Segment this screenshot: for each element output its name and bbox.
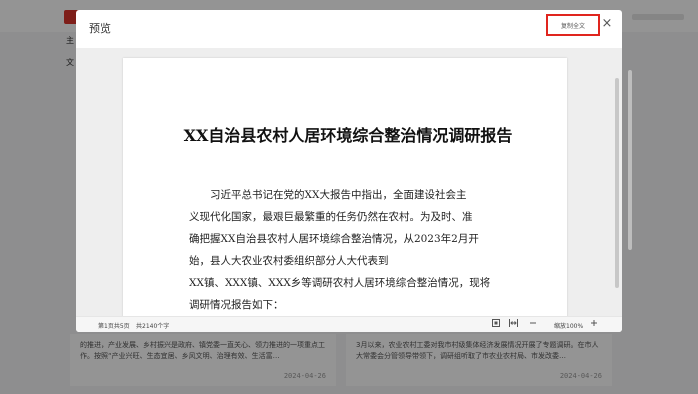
document-line: 习近平总书记在党的XX大报告中指出，全面建设社会主	[210, 189, 467, 201]
document-line: 确把握XX自治县农村人居环境综合整治情况，从2023年2月开	[189, 233, 479, 245]
fit-page-icon[interactable]	[491, 319, 501, 329]
document-page: XX自治县农村人居环境综合整治情况调研报告 习近平总书记在党的XX大报告中指出，…	[123, 58, 567, 316]
modal-header: 预览 复制全文 ×	[76, 10, 622, 48]
document-viewer[interactable]: XX自治县农村人居环境综合整治情况调研报告 习近平总书记在党的XX大报告中指出，…	[76, 48, 622, 316]
document-line: 义现代化国家，最艰巨最繁重的任务仍然在农村。为及时、准	[189, 211, 473, 223]
copy-full-text-button[interactable]: 复制全文	[546, 14, 600, 36]
zoom-out-icon[interactable]	[528, 319, 538, 329]
page-scrollbar[interactable]	[628, 70, 632, 250]
document-title: XX自治县农村人居环境综合整治情况调研报告	[183, 126, 513, 145]
document-body: 习近平总书记在党的XX大报告中指出，全面建设社会主 义现代化国家，最艰巨最繁重的…	[189, 184, 515, 316]
document-line: 调研情况报告如下：	[189, 299, 284, 311]
fit-width-icon[interactable]	[508, 319, 518, 329]
document-line: 始，县人大农业农村委组织部分人大代表到	[189, 255, 389, 267]
status-bar: 第1页共5页 共2140个字 缩放100%	[76, 316, 622, 332]
close-icon[interactable]: ×	[600, 17, 614, 31]
document-scrollbar[interactable]	[614, 48, 620, 316]
modal-title: 预览	[89, 23, 111, 35]
scrollbar-thumb[interactable]	[615, 78, 619, 288]
zoom-level: 缩放100%	[554, 323, 584, 330]
word-count: 共2140个字	[136, 323, 170, 330]
page-info: 第1页共5页	[98, 323, 130, 330]
preview-modal: 预览 复制全文 × XX自治县农村人居环境综合整治情况调研报告 习近平总书记在党…	[76, 10, 622, 332]
zoom-in-icon[interactable]	[589, 319, 599, 329]
document-line: XX镇、XXX镇、XXX乡等调研农村人居环境综合整治情况，现将	[189, 277, 491, 289]
